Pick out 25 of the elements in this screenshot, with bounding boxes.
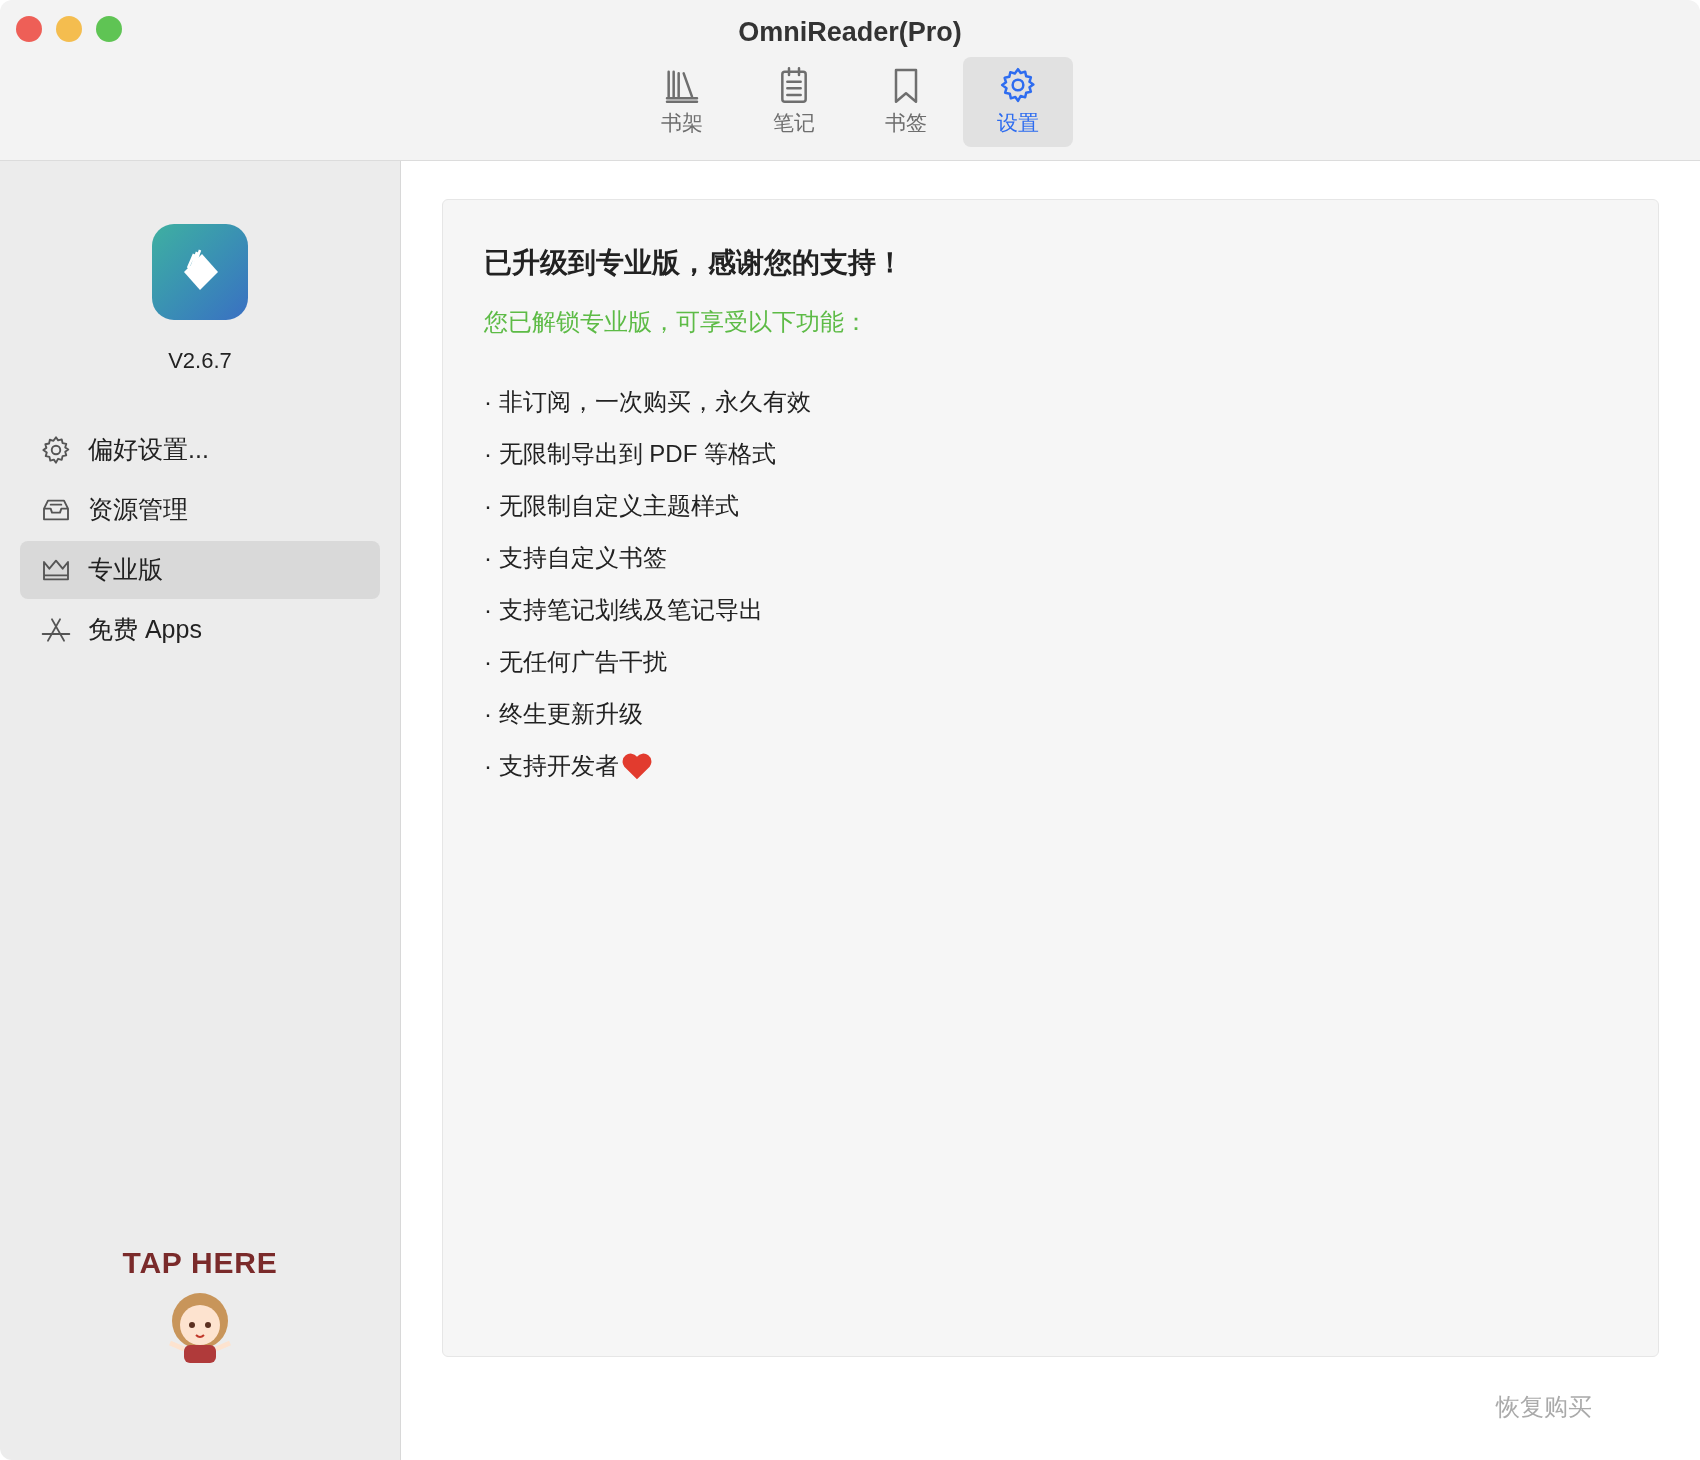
feature-item: · 支持笔记划线及笔记导出 bbox=[484, 595, 763, 625]
settings-icon bbox=[40, 434, 72, 466]
feature-item: · 无限制导出到 PDF 等格式 bbox=[484, 439, 776, 469]
sidebar-item[interactable]: 资源管理 bbox=[20, 481, 380, 539]
toolbar-tab[interactable]: 书签 bbox=[851, 56, 961, 147]
feature-item: · 终生更新升级 bbox=[484, 699, 643, 729]
feature-item: · 非订阅，一次购买，永久有效 bbox=[484, 387, 811, 417]
card-subtitle: 您已解锁专业版，可享受以下功能： bbox=[484, 307, 869, 337]
feature-item: · 支持自定义书签 bbox=[484, 543, 667, 573]
toolbar-tab[interactable]: 笔记 bbox=[739, 56, 849, 147]
feature-item: · 无限制自定义主题样式 bbox=[484, 491, 739, 521]
heart-icon bbox=[620, 751, 653, 781]
toolbar-tab[interactable]: 书架 bbox=[627, 56, 737, 147]
toolbar-tab[interactable]: 设置 bbox=[963, 56, 1073, 147]
sidebar-item[interactable]: 偏好设置... bbox=[20, 421, 380, 479]
close-button[interactable] bbox=[16, 16, 42, 42]
version-label: V2.6.7 bbox=[168, 347, 232, 375]
zoom-button[interactable] bbox=[96, 16, 122, 42]
feature-item: · 支持开发者 bbox=[484, 751, 619, 781]
sidebar-item[interactable]: 免费 Apps bbox=[20, 601, 380, 659]
feature-item: · 无任何广告干扰 bbox=[484, 647, 667, 677]
sidebar-item[interactable]: 专业版 bbox=[20, 541, 380, 599]
window-title: OmniReader(Pro) bbox=[738, 16, 962, 49]
minimize-button[interactable] bbox=[56, 16, 82, 42]
card-title: 已升级到专业版，感谢您的支持！ bbox=[484, 246, 905, 280]
